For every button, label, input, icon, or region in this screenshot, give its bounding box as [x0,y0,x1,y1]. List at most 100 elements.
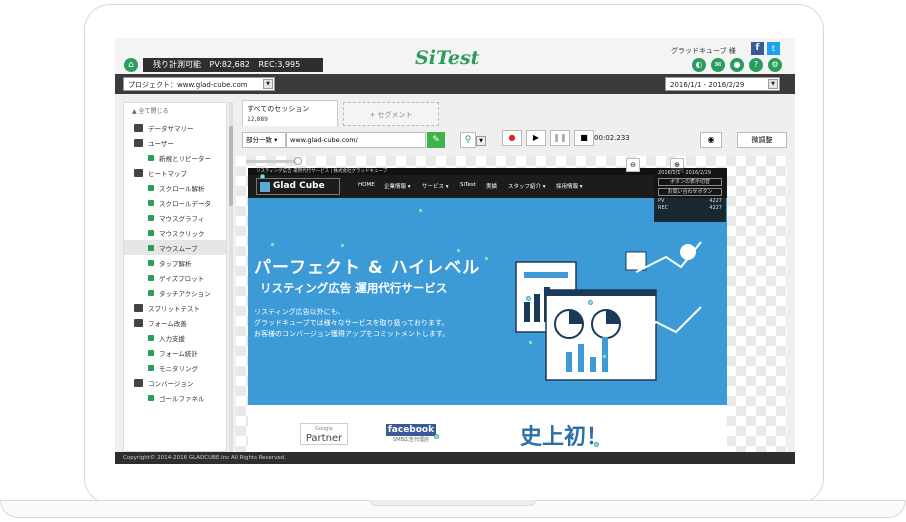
partner-label: Partner [305,433,343,444]
sidebar-item[interactable]: マウスムーブ [124,240,226,255]
scroll-thumb[interactable] [229,126,233,206]
date-range-select[interactable]: 2016/1/1 - 2016/2/29 ▼ [665,77,780,91]
home-icon[interactable]: ⌂ [124,58,138,72]
heatmap-canvas[interactable]: リスティング広告 運用代行サービス | 株式会社グラッドキューブ Glad Cu… [236,156,787,452]
overlay-toggle-button[interactable]: ボタンの表示切替 [658,178,722,186]
sidebar-item-label: 新規とリピーター [159,154,211,163]
sidebar-item[interactable]: ゴールファネル [124,390,226,405]
sidebar-item-label: ユーザー [148,139,174,148]
site-logo: Glad Cube [256,178,340,195]
sidebar-item[interactable]: スクロールデータ [124,195,226,210]
record-button[interactable]: ● [502,130,522,146]
help-icon[interactable]: ? [749,58,763,72]
sidebar-item[interactable]: データサマリー [124,120,226,135]
measurement-status: 残り計測可能 PV:82,682 REC:3,995 [143,58,323,72]
sidebar-item-label: ゲイズプロット [159,274,205,283]
laptop-notch [370,500,536,506]
facebook-sub-label: SMB広告代理店 [393,437,429,443]
url-input[interactable]: www.glad-cube.com/ [286,132,426,148]
overlay-contact-button[interactable]: お問い合わせボタン [658,188,722,196]
chevron-down-icon[interactable]: ▼ [263,79,273,89]
opacity-slider[interactable] [246,160,301,163]
facebook-badge: facebook SMB広告代理店 [386,424,436,444]
sidebar-item[interactable]: コンバージョン [124,375,226,390]
page-icon [148,229,154,236]
stop-button[interactable]: ■ [574,130,594,146]
sidebar-item-label: データサマリー [148,124,194,133]
page-icon [148,199,154,206]
sidebar-item[interactable]: マウスグラフィ [124,210,226,225]
mouse-heat-dot [456,248,461,253]
sidebar-item[interactable]: フォーム改善 [124,315,226,330]
sidebar-item[interactable]: タップ解析 [124,255,226,270]
section-icon [134,123,143,132]
dashboard-illustration [515,241,702,381]
hero-headline: パーフェクト & ハイレベル [254,258,481,278]
sidebar-item[interactable]: 新規とリピーター [124,150,226,165]
nav-item: 実績 [486,184,498,190]
chat-icon[interactable]: ✉ [711,58,725,72]
sitest-logo[interactable]: SiTest [415,47,479,69]
google-partner-badge: Google Partner [300,423,348,445]
overlay-rec-row: REC 4227 [658,205,722,212]
status-label: 残り計測可能 [153,60,201,69]
sidebar-item[interactable]: ゲイズプロット [124,270,226,285]
sidebar-item-label: フォーム改善 [148,319,187,328]
pin-icon[interactable]: ⚲ [460,132,476,148]
sidebar-item-label: フォーム統計 [159,349,198,358]
cube-icon [260,182,270,192]
facebook-icon[interactable]: f [751,42,764,55]
session-tab[interactable]: すべてのセッション 12,889 [242,100,338,126]
play-button[interactable]: ▶ [526,130,546,146]
sidebar-item[interactable]: タッチアクション [124,285,226,300]
sidebar-item[interactable]: モニタリング [124,360,226,375]
sidebar-item-label: ヒートマップ [148,169,187,178]
twitter-icon[interactable]: t [767,42,780,55]
match-type-select[interactable]: 部分一致 ▾ [242,132,286,148]
page-icon [148,244,154,251]
project-bar: プロジェクト：www.glad-cube.com ▼ 2016/1/1 - 20… [115,74,795,94]
sidebar-scrollbar[interactable] [229,102,233,452]
mouse-heat-dot [528,340,533,345]
partners-section: Google Partner facebook SMB広告代理店 史上初！ [248,405,727,452]
project-select[interactable]: プロジェクト：www.glad-cube.com ▼ [123,77,275,91]
mouse-heat-dot [260,174,265,179]
eye-icon[interactable]: ◉ [700,132,722,148]
site-logo-text: Glad Cube [273,181,325,191]
page-icon [148,289,154,296]
nav-item: 採用情報 ▾ [556,184,583,190]
pv-count: PV:82,682 [209,60,250,69]
edit-pencil-icon[interactable]: ✎ [427,132,445,148]
chevron-down-icon[interactable]: ▼ [476,136,486,146]
overlay-rec-value: 4227 [709,205,722,211]
sidebar-item[interactable]: ヒートマップ [124,165,226,180]
sidebar-item-label: コンバージョン [148,379,194,388]
chevron-down-icon[interactable]: ▼ [768,79,778,89]
mouse-heat-dot [484,256,489,261]
mouse-heat-dot [594,442,599,447]
sidebar-item[interactable]: 入力支援 [124,330,226,345]
add-segment-button[interactable]: + セグメント [343,102,439,126]
sidebar-item[interactable]: スクロール解析 [124,180,226,195]
collapse-all-link[interactable]: ▲ 全て閉じる [124,103,226,120]
toggle-icon[interactable]: ◐ [692,58,706,72]
slider-handle[interactable] [294,157,302,165]
user-icon[interactable]: ● [730,58,744,72]
sidebar-item[interactable]: ユーザー [124,135,226,150]
sidebar-item[interactable]: フォーム統計 [124,345,226,360]
zoom-out-icon[interactable]: ⊖ [626,158,640,172]
sidebar-item-label: 入力支援 [159,334,185,343]
app-header: ⌂ 残り計測可能 PV:82,682 REC:3,995 SiTest グラッド… [115,38,795,74]
page-icon [148,154,154,161]
overlay-date: 2016/1/1 - 2016/2/29 [658,170,712,176]
mouse-heat-dot [270,242,275,247]
page-icon [148,349,154,356]
overlay-pv-label: PV [658,198,665,204]
gear-icon[interactable]: ⚙ [768,58,782,72]
pause-button[interactable]: ❚❚ [550,130,570,146]
fine-adjust-button[interactable]: 微調整 [737,132,787,148]
sidebar-item[interactable]: マウスクリック [124,225,226,240]
sidebar-item[interactable]: スプリットテスト [124,300,226,315]
section-icon [134,138,143,147]
mouse-heat-dot [602,354,607,359]
